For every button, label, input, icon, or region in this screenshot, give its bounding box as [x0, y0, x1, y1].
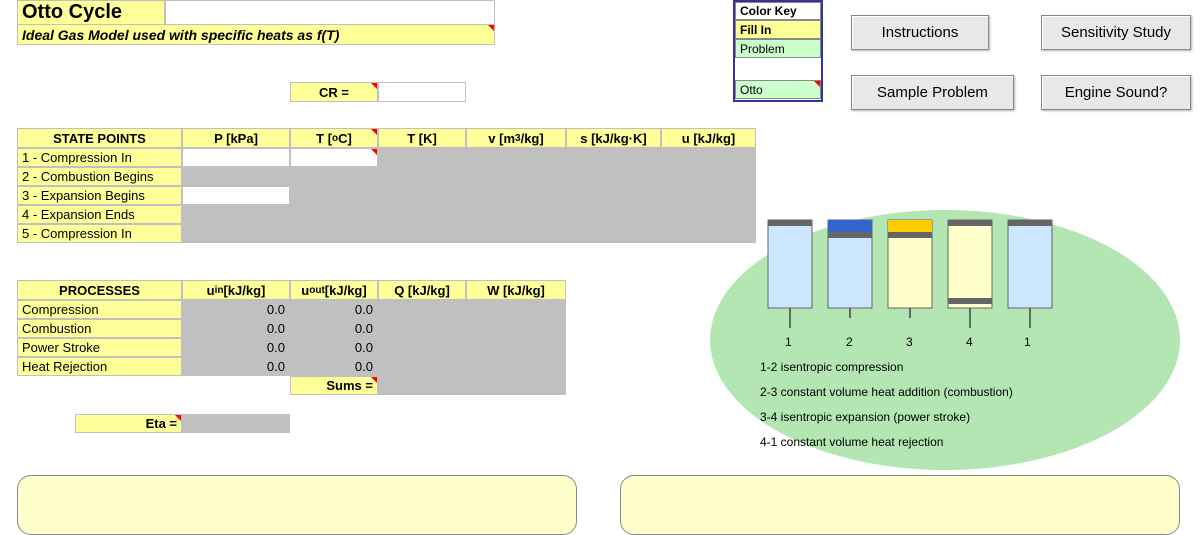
proc-row-label: Compression — [17, 300, 182, 319]
subtitle: Ideal Gas Model used with specific heats… — [17, 25, 495, 45]
cr-input[interactable] — [378, 82, 466, 102]
diag-line-3: 3-4 isentropic expansion (power stroke) — [760, 410, 970, 424]
proc-hdr-uout: uout [kJ/kg] — [290, 280, 378, 300]
state-p-4 — [182, 205, 290, 224]
proc-uin-3: 0.0 — [182, 338, 290, 357]
cr-label: CR = — [290, 82, 378, 102]
otto-diagram — [700, 190, 1190, 470]
state-tk-4 — [378, 205, 466, 224]
state-tc-4 — [290, 205, 378, 224]
sums-q — [378, 376, 466, 395]
state-row-label: 5 - Compression In — [17, 224, 182, 243]
color-key-problem: Problem — [735, 39, 821, 58]
state-u-2 — [661, 167, 756, 186]
sensitivity-study-button[interactable]: Sensitivity Study — [1041, 15, 1191, 50]
state-p-3[interactable] — [182, 186, 290, 205]
note-box-right — [620, 475, 1180, 535]
color-key-fillin: Fill In — [735, 20, 821, 39]
state-s-5 — [566, 224, 661, 243]
state-row-label: 1 - Compression In — [17, 148, 182, 167]
proc-w-4 — [466, 357, 566, 376]
proc-w-2 — [466, 319, 566, 338]
proc-uin-2: 0.0 — [182, 319, 290, 338]
proc-uout-2: 0.0 — [290, 319, 378, 338]
diag-line-4: 4-1 constant volume heat rejection — [760, 435, 943, 449]
diag-line-1: 1-2 isentropic compression — [760, 360, 903, 374]
diag-num-4: 4 — [966, 335, 973, 349]
state-s-2 — [566, 167, 661, 186]
state-v-4 — [466, 205, 566, 224]
proc-uin-4: 0.0 — [182, 357, 290, 376]
state-tk-2 — [378, 167, 466, 186]
state-points-title: STATE POINTS — [17, 128, 182, 148]
diag-num-3: 3 — [906, 335, 913, 349]
color-key-title: Color Key — [735, 2, 821, 20]
proc-hdr-uin: uin [kJ/kg] — [182, 280, 290, 300]
sample-problem-button[interactable]: Sample Problem — [851, 75, 1014, 110]
proc-q-4 — [378, 357, 466, 376]
state-tk-5 — [378, 224, 466, 243]
state-hdr-u: u [kJ/kg] — [661, 128, 756, 148]
color-key-otto: Otto — [735, 80, 821, 99]
proc-uout-3: 0.0 — [290, 338, 378, 357]
state-hdr-tk: T [K] — [378, 128, 466, 148]
proc-w-1 — [466, 300, 566, 319]
state-tk-1 — [378, 148, 466, 167]
processes-title: PROCESSES — [17, 280, 182, 300]
proc-w-3 — [466, 338, 566, 357]
instructions-button[interactable]: Instructions — [851, 15, 989, 50]
state-row-label: 4 - Expansion Ends — [17, 205, 182, 224]
sums-label: Sums = — [290, 376, 378, 395]
state-s-4 — [566, 205, 661, 224]
proc-row-label: Combustion — [17, 319, 182, 338]
state-hdr-s: s [kJ/kg·K] — [566, 128, 661, 148]
state-tc-2 — [290, 167, 378, 186]
note-box-left — [17, 475, 577, 535]
state-hdr-v: v [m3/kg] — [466, 128, 566, 148]
proc-q-1 — [378, 300, 466, 319]
diag-num-2: 2 — [846, 335, 853, 349]
state-tk-3 — [378, 186, 466, 205]
proc-hdr-q: Q [kJ/kg] — [378, 280, 466, 300]
state-v-3 — [466, 186, 566, 205]
state-row-label: 3 - Expansion Begins — [17, 186, 182, 205]
proc-hdr-w: W [kJ/kg] — [466, 280, 566, 300]
state-tc-5 — [290, 224, 378, 243]
state-hdr-tc: T [oC] — [290, 128, 378, 148]
state-s-1 — [566, 148, 661, 167]
proc-uout-4: 0.0 — [290, 357, 378, 376]
state-row-label: 2 - Combustion Begins — [17, 167, 182, 186]
state-p-5 — [182, 224, 290, 243]
diag-num-5: 1 — [1024, 335, 1031, 349]
diag-num-1: 1 — [785, 335, 792, 349]
eta-label: Eta = — [75, 414, 182, 433]
state-v-5 — [466, 224, 566, 243]
state-p-2 — [182, 167, 290, 186]
state-v-2 — [466, 167, 566, 186]
state-s-3 — [566, 186, 661, 205]
proc-row-label: Heat Rejection — [17, 357, 182, 376]
proc-q-2 — [378, 319, 466, 338]
state-hdr-p: P [kPa] — [182, 128, 290, 148]
state-tc-1[interactable] — [290, 148, 378, 167]
state-tc-3 — [290, 186, 378, 205]
title-input-area[interactable] — [165, 0, 495, 25]
proc-q-3 — [378, 338, 466, 357]
proc-uout-1: 0.0 — [290, 300, 378, 319]
state-p-1[interactable] — [182, 148, 290, 167]
eta-value — [182, 414, 290, 433]
sums-w — [466, 376, 566, 395]
engine-sound-button[interactable]: Engine Sound? — [1041, 75, 1191, 110]
proc-uin-1: 0.0 — [182, 300, 290, 319]
state-u-1 — [661, 148, 756, 167]
page-title: Otto Cycle — [17, 0, 165, 25]
proc-row-label: Power Stroke — [17, 338, 182, 357]
diag-line-2: 2-3 constant volume heat addition (combu… — [760, 385, 1013, 399]
state-v-1 — [466, 148, 566, 167]
